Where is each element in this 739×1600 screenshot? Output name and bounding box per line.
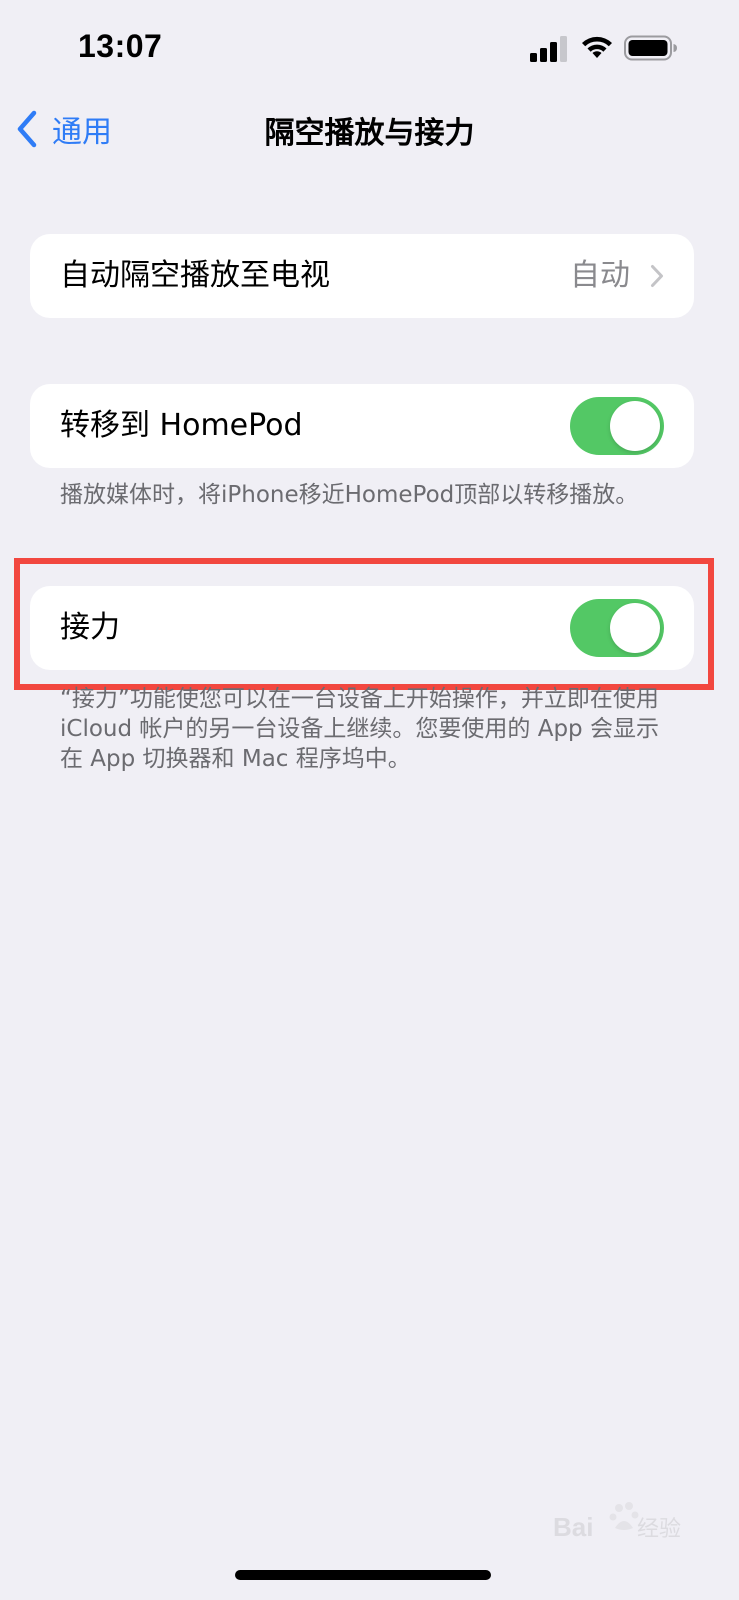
airplay-to-tv-label: 自动隔空播放至电视 <box>60 258 330 293</box>
battery-icon <box>624 35 677 61</box>
navigation-bar: 通用 隔空播放与接力 <box>0 96 739 164</box>
transfer-to-homepod-toggle[interactable] <box>570 397 664 455</box>
svg-text:经验: 经验 <box>637 1517 681 1542</box>
airplay-to-tv-value: 自动 <box>570 258 630 293</box>
wifi-icon <box>582 36 612 58</box>
cellular-signal-icon <box>530 36 567 62</box>
toggle-knob <box>610 401 660 451</box>
home-indicator[interactable] <box>235 1570 491 1580</box>
baidu-jingyan-logo: Bai 经验 <box>553 1502 681 1542</box>
transfer-to-homepod-row: 转移到 HomePod <box>30 384 694 468</box>
baidu-watermark: Bai 经验 <box>553 1498 685 1542</box>
svg-text:Bai: Bai <box>553 1512 593 1542</box>
chevron-right-icon <box>651 265 663 287</box>
handoff-footnote: “接力”功能使您可以在一台设备上开始操作，并立即在使用 iCloud 帐户的另一… <box>60 686 659 772</box>
highlight-annotation-box <box>14 558 714 690</box>
page-title: 隔空播放与接力 <box>264 116 475 151</box>
transfer-to-homepod-label: 转移到 HomePod <box>60 408 303 443</box>
homepod-footnote: 播放媒体时，将iPhone移近HomePod顶部以转移播放。 <box>60 482 639 508</box>
airplay-to-tv-row[interactable]: 自动隔空播放至电视 自动 <box>30 234 694 318</box>
status-bar: 13:07 <box>0 0 739 96</box>
status-time: 13:07 <box>78 28 163 64</box>
